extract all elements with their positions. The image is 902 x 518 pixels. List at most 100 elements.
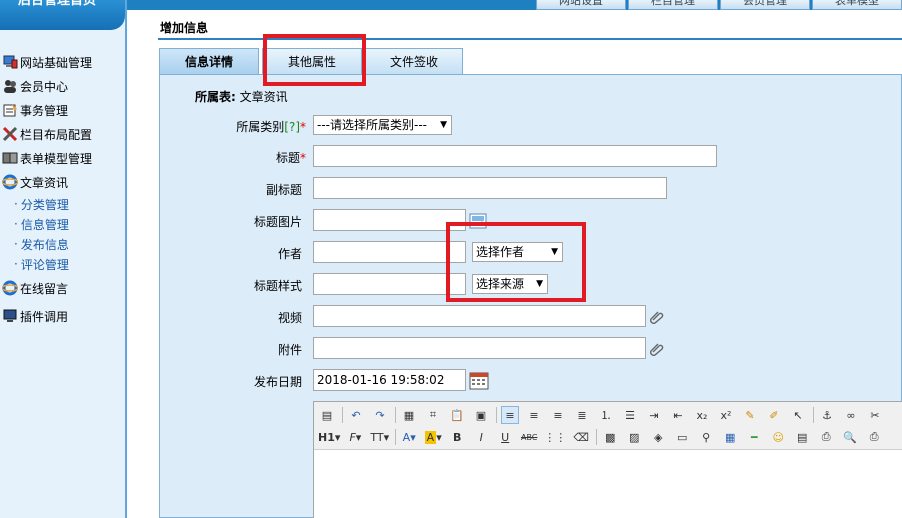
category-help-link[interactable]: [?] (284, 120, 300, 134)
page-break-icon[interactable]: ⎙ (817, 428, 835, 446)
bold-button[interactable]: B (448, 428, 466, 446)
calendar-icon[interactable] (469, 371, 489, 391)
align-left-icon[interactable]: ≡ (501, 406, 519, 424)
monitor-icon (2, 308, 18, 324)
insert-image-icon[interactable]: ▩ (601, 428, 619, 446)
sidebar-item-affairs[interactable]: 事务管理 (0, 98, 125, 122)
sidebar-item-label: 插件调用 (20, 309, 69, 324)
sidebar-item-articles[interactable]: 文章资讯 (0, 170, 125, 194)
flash-icon[interactable]: ◈ (649, 428, 667, 446)
preview-icon[interactable]: 🔍 (841, 428, 859, 446)
belong-table: 所属表: 文章资讯 (195, 88, 288, 105)
indent-icon[interactable]: ⇥ (645, 406, 663, 424)
admin-home-link[interactable]: 后台管理首页 (0, 0, 125, 30)
align-center-icon[interactable]: ≡ (525, 406, 543, 424)
highlight-other-attributes-tab (263, 34, 366, 86)
font-family-dropdown[interactable]: F ▾ (346, 428, 364, 446)
sidebar-item-messages[interactable]: 在线留言 (0, 276, 125, 300)
attachment-input[interactable] (313, 337, 646, 359)
code-icon[interactable]: ⌗ (424, 406, 442, 424)
category-select[interactable]: ---请选择所属类别--- ▼ (313, 115, 452, 135)
tab-file-receipt[interactable]: 文件签收 (365, 48, 463, 74)
underline-button[interactable]: U (496, 428, 514, 446)
tab-info-detail[interactable]: 信息详情 (159, 48, 259, 74)
align-justify-icon[interactable]: ≣ (573, 406, 591, 424)
font-color-dropdown[interactable]: A ▾ (400, 428, 418, 446)
sidebar-sub-publish[interactable]: · 发布信息 (0, 234, 125, 254)
attachment-icon[interactable]: ⚲ (697, 428, 715, 446)
computer-icon (2, 54, 18, 70)
sidebar-sub-category[interactable]: · 分类管理 (0, 194, 125, 214)
title-style-input[interactable] (313, 273, 466, 295)
sidebar-item-label: 网站基础管理 (20, 55, 93, 70)
unlink-icon[interactable]: ✂ (866, 406, 884, 424)
eraser-icon[interactable]: ⌫ (572, 428, 590, 446)
editor-toolbar: ▤ ↶ ↷ ▦ ⌗ 📋 ▣ ≡ ≡ ≡ ≣ ⒈ ☰ ⇥ ⇤ x₂ x² ✎ ✐ … (314, 402, 902, 450)
title-input[interactable] (313, 145, 717, 167)
link-icon[interactable]: ∞ (842, 406, 860, 424)
template-icon[interactable]: ▦ (400, 406, 418, 424)
subtitle-input[interactable] (313, 177, 667, 199)
ie-icon (2, 280, 18, 296)
subtitle-label: 副标题 (265, 183, 302, 197)
paste-icon[interactable]: 📋 (448, 406, 466, 424)
sidebar-item-plugins[interactable]: 插件调用 (0, 304, 125, 328)
ie-icon (2, 174, 18, 190)
italic-button[interactable]: I (472, 428, 490, 446)
title-image-label: 标题图片 (253, 215, 302, 229)
subscript-icon[interactable]: x₂ (693, 406, 711, 424)
redo-icon[interactable]: ↷ (371, 406, 389, 424)
source-code-icon[interactable]: ▤ (318, 406, 336, 424)
anchor-icon[interactable]: ⚓ (818, 406, 836, 424)
paperclip-icon[interactable] (647, 308, 665, 326)
publish-date-input[interactable]: 2018-01-16 19:58:02 (313, 369, 466, 391)
video-input[interactable] (313, 305, 646, 327)
undo-icon[interactable]: ↶ (347, 406, 365, 424)
line-height-icon[interactable]: ⋮⋮ (544, 428, 566, 446)
users-icon (2, 78, 18, 94)
horizontal-rule-icon[interactable]: ━ (745, 428, 763, 446)
print-icon[interactable]: ⎙ (865, 428, 883, 446)
sidebar-item-form-model[interactable]: 表单模型管理 (0, 146, 125, 170)
unordered-list-icon[interactable]: ☰ (621, 406, 639, 424)
tools-icon (2, 126, 18, 142)
superscript-icon[interactable]: x² (717, 406, 735, 424)
align-right-icon[interactable]: ≡ (549, 406, 567, 424)
top-nav-site-settings[interactable]: 网站设置 (536, 0, 626, 10)
heading-dropdown[interactable]: H1 ▾ (318, 428, 340, 446)
author-input[interactable] (313, 241, 466, 263)
sidebar-item-member-center[interactable]: 会员中心 (0, 74, 125, 98)
paste-word-icon[interactable]: ▣ (472, 406, 490, 424)
map-icon[interactable]: ▤ (793, 428, 811, 446)
select-all-icon[interactable]: ↖ (789, 406, 807, 424)
sidebar-item-label: 事务管理 (20, 103, 69, 118)
table-icon[interactable]: ▦ (721, 428, 739, 446)
emoticon-icon[interactable]: ☺ (769, 428, 787, 446)
top-nav-form-model[interactable]: 表单模型 (812, 0, 902, 10)
multi-image-icon[interactable]: ▨ (625, 428, 643, 446)
top-nav-column-manage[interactable]: 栏目管理 (628, 0, 718, 10)
title-style-label: 标题样式 (253, 279, 302, 293)
top-nav-member-manage[interactable]: 会员管理 (720, 0, 810, 10)
author-label: 作者 (277, 247, 302, 261)
sidebar-sub-comments[interactable]: · 评论管理 (0, 254, 125, 274)
sidebar-item-label: 文章资讯 (20, 175, 69, 190)
sidebar-item-site-basic[interactable]: 网站基础管理 (0, 50, 125, 74)
paperclip-icon[interactable] (647, 340, 665, 358)
sidebar-item-label: 在线留言 (20, 281, 69, 296)
book-icon (2, 150, 18, 166)
font-size-dropdown[interactable]: TT ▾ (370, 428, 389, 446)
background-color-dropdown[interactable]: A ▾ (424, 428, 442, 446)
media-icon[interactable]: ▭ (673, 428, 691, 446)
editor-content-area[interactable] (314, 450, 902, 518)
title-image-input[interactable] (313, 209, 466, 231)
clear-format-icon[interactable]: ✎ (741, 406, 759, 424)
sidebar-item-column-layout[interactable]: 栏目布局配置 (0, 122, 125, 146)
format-painter-icon[interactable]: ✐ (765, 406, 783, 424)
sidebar-sub-info[interactable]: · 信息管理 (0, 214, 125, 234)
ordered-list-icon[interactable]: ⒈ (597, 406, 615, 424)
outdent-icon[interactable]: ⇤ (669, 406, 687, 424)
video-label: 视频 (277, 311, 302, 325)
strikethrough-button[interactable]: ABC (520, 428, 538, 446)
title-label: 标题* (275, 151, 306, 165)
